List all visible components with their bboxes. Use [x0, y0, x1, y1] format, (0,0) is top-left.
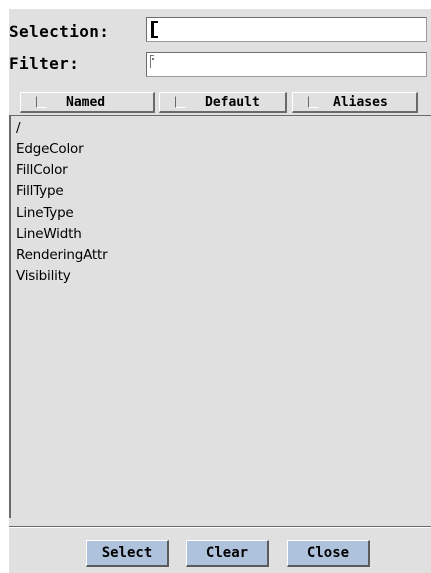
filter-label: Filter:	[9, 54, 80, 73]
list-item[interactable]: LineWidth	[16, 224, 82, 244]
select-button[interactable]: Select	[86, 540, 169, 567]
list-item[interactable]: Visibility	[16, 266, 71, 286]
attribute-selection-dialog: Selection: Filter: Named Default Aliases…	[9, 9, 431, 573]
list-item[interactable]: FillType	[16, 181, 64, 201]
list-item[interactable]: LineType	[16, 203, 74, 223]
list-item[interactable]: /	[16, 118, 21, 138]
named-toggle[interactable]: Named	[20, 92, 155, 113]
attribute-list[interactable]: / EdgeColor FillColor FillType LineType …	[9, 115, 431, 518]
selection-label: Selection:	[9, 22, 110, 41]
list-item[interactable]: RenderingAttr	[16, 245, 108, 265]
text-cursor-inactive	[150, 55, 154, 68]
list-item[interactable]: EdgeColor	[16, 139, 84, 159]
filter-input[interactable]	[146, 52, 427, 77]
divider	[9, 526, 431, 528]
selection-input[interactable]	[146, 17, 427, 42]
aliases-checkbox-icon	[308, 96, 319, 108]
list-item[interactable]: FillColor	[16, 160, 68, 180]
named-checkbox-icon	[36, 96, 47, 108]
aliases-toggle-label: Aliases	[333, 95, 388, 110]
text-cursor	[151, 21, 158, 38]
named-toggle-label: Named	[66, 95, 106, 110]
default-toggle-label: Default	[205, 95, 260, 110]
aliases-toggle[interactable]: Aliases	[292, 92, 418, 113]
default-checkbox-icon	[175, 96, 186, 108]
close-button[interactable]: Close	[287, 540, 370, 567]
default-toggle[interactable]: Default	[159, 92, 287, 113]
clear-button[interactable]: Clear	[186, 540, 269, 567]
